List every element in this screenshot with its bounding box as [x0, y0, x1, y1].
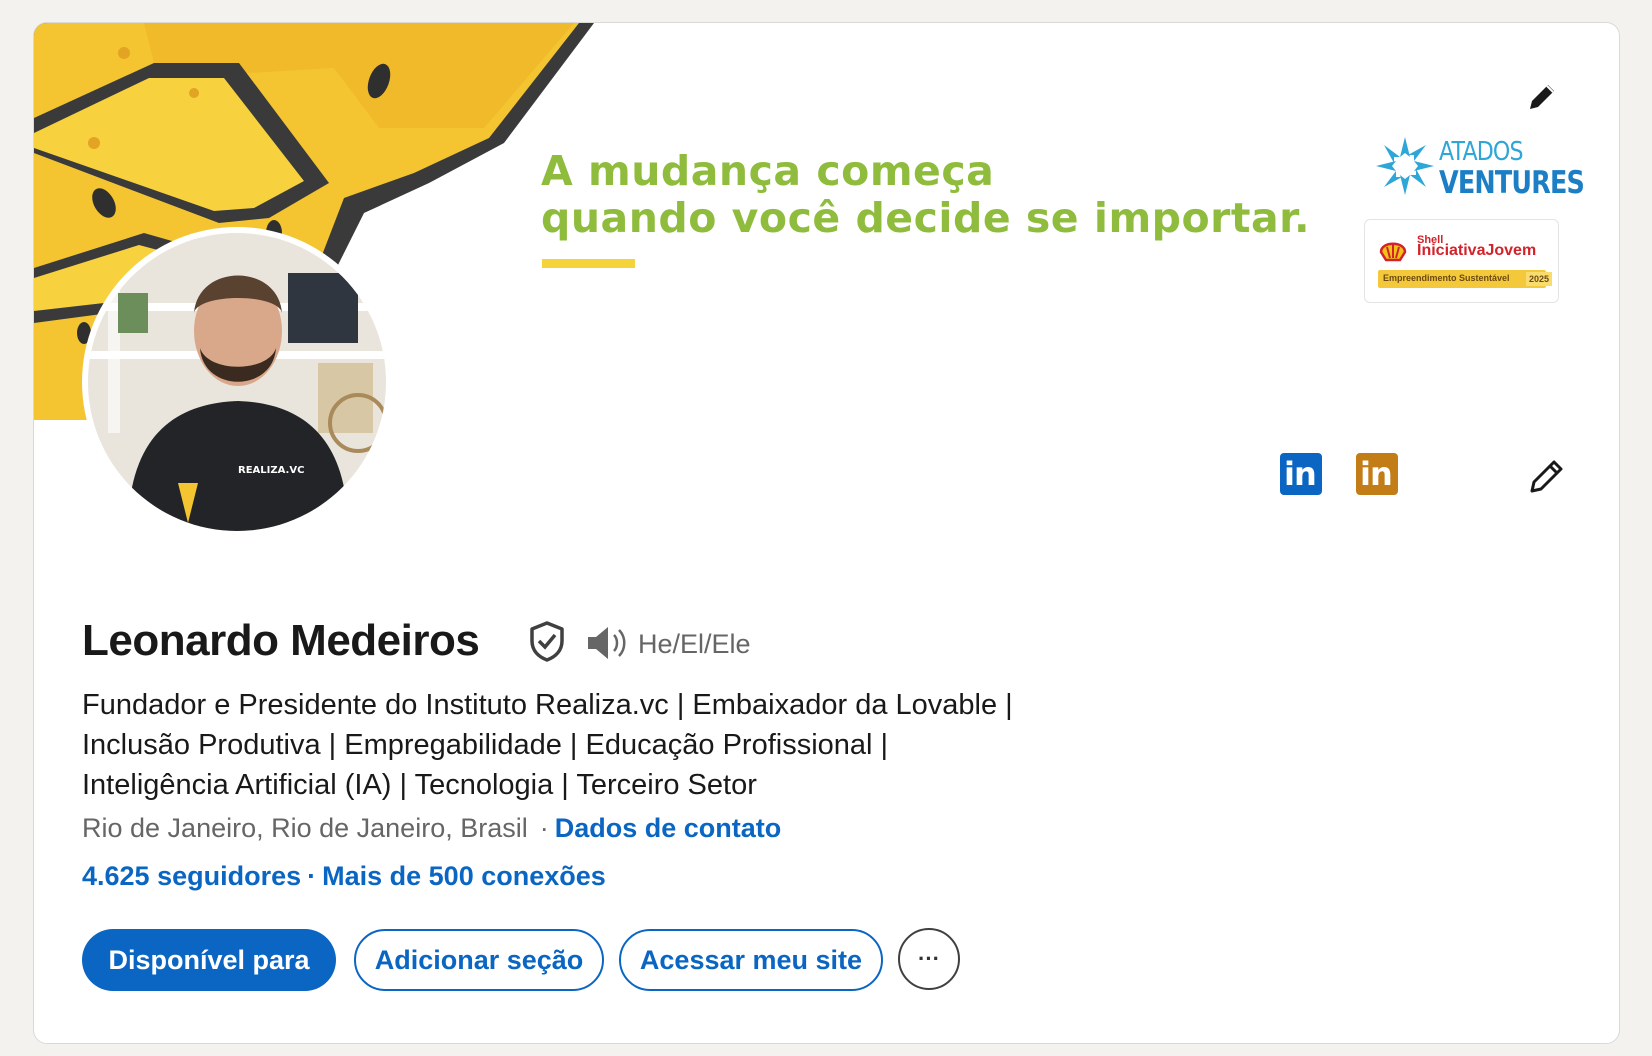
- visit-site-button[interactable]: Acessar meu site: [619, 929, 883, 991]
- shell-icon: [1379, 242, 1407, 262]
- shell-category-text: Empreendimento Sustentável: [1383, 273, 1510, 283]
- linkedin-blue-icon[interactable]: in: [1280, 453, 1322, 495]
- followers-link[interactable]: 4.625 seguidores: [82, 861, 301, 891]
- atados-logo-line2: VENTURES: [1439, 165, 1585, 201]
- edit-intro-button[interactable]: [1524, 453, 1570, 499]
- tagline-underline: [542, 259, 635, 268]
- linkedin-blue-label: in: [1284, 455, 1317, 493]
- atados-star-icon: [1376, 137, 1434, 195]
- atados-logo-line1: ATADOS: [1439, 137, 1523, 167]
- linkedin-gold-label: in: [1360, 455, 1393, 493]
- open-to-button[interactable]: Disponível para: [82, 929, 336, 991]
- profile-pronouns: He/El/Ele: [638, 629, 751, 659]
- shell-iniciativa-logo: Shell IniciativaJovem Empreendimento Sus…: [1364, 219, 1559, 303]
- edit-banner-button[interactable]: [1520, 75, 1564, 119]
- banner-tagline-line1: A mudança começa: [541, 147, 995, 195]
- profile-avatar[interactable]: REALIZA.VC: [82, 227, 392, 537]
- shell-year-text: 2025: [1526, 272, 1553, 286]
- network-separator: ·: [307, 861, 317, 891]
- more-actions-button[interactable]: ···: [898, 928, 960, 990]
- avatar-photo: REALIZA.VC: [88, 233, 386, 531]
- shell-program-text: IniciativaJovem: [1417, 242, 1537, 259]
- speaker-icon[interactable]: [584, 623, 630, 663]
- add-section-button[interactable]: Adicionar seção: [354, 929, 604, 991]
- pencil-icon: [1530, 85, 1554, 109]
- location-separator: ·: [539, 813, 549, 843]
- verified-shield-icon[interactable]: [526, 619, 568, 663]
- location-row: Rio de Janeiro, Rio de Janeiro, Brasil · D…: [82, 813, 781, 844]
- profile-name: Leonardo Medeiros: [82, 616, 480, 665]
- svg-text:REALIZA.VC: REALIZA.VC: [238, 465, 304, 476]
- connections-link[interactable]: Mais de 500 conexões: [322, 861, 606, 891]
- shell-category-strip: Empreendimento Sustentável 2025: [1378, 270, 1553, 288]
- contact-info-link[interactable]: Dados de contato: [555, 813, 782, 843]
- network-row: 4.625 seguidores · Mais de 500 conexões: [82, 861, 606, 892]
- profile-location: Rio de Janeiro, Rio de Janeiro, Brasil: [82, 813, 528, 843]
- profile-headline: Fundador e Presidente do Instituto Reali…: [82, 689, 1013, 801]
- banner-tagline-line2: quando você decide se importar.: [541, 194, 1311, 242]
- linkedin-gold-icon[interactable]: in: [1356, 453, 1398, 495]
- banner-tagline: A mudança começa quando você decide se i…: [541, 148, 1310, 242]
- profile-card: A mudança começa quando você decide se i…: [33, 22, 1620, 1044]
- pencil-icon: [1530, 460, 1563, 493]
